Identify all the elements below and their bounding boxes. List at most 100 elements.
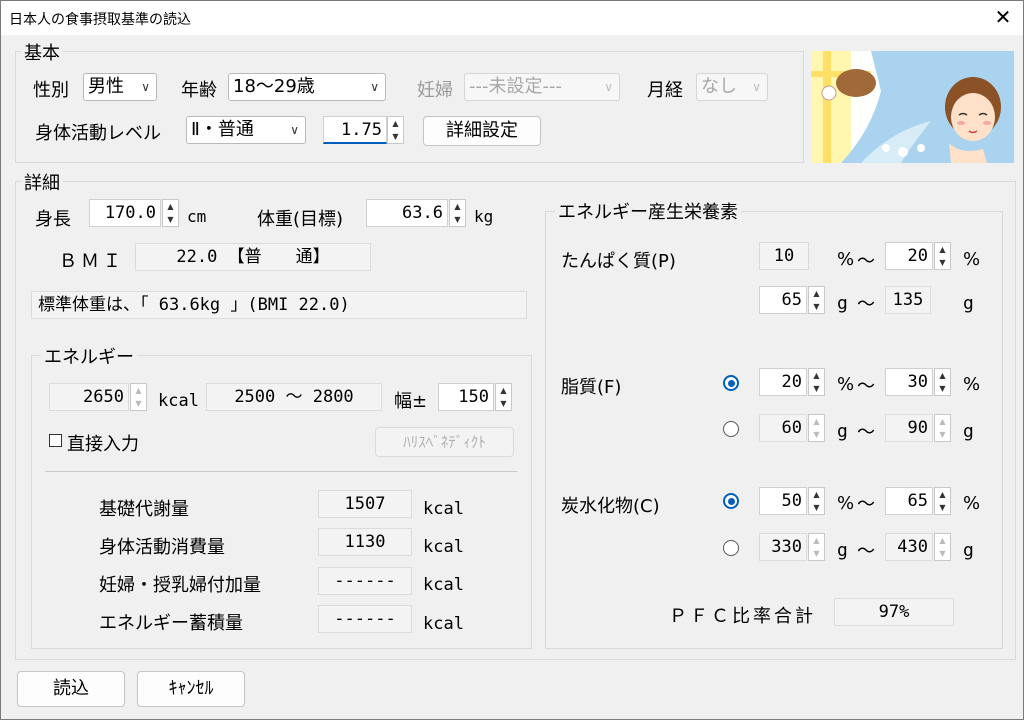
spin-up-icon[interactable]: ▲ [809,488,824,501]
spin-up-icon[interactable]: ▲ [163,200,178,213]
fat-g-max[interactable]: 90 [885,414,933,442]
energy-legend: エネルギー [41,343,137,369]
spin-down-icon[interactable]: ▼ [935,382,950,395]
pregnant-value: ---未設定--- [469,76,562,97]
spin-up-icon[interactable]: ▲ [935,415,950,428]
fat-g-min-spinner[interactable]: ▲ ▼ [808,414,825,442]
carb-g-max-spinner[interactable]: ▲ ▼ [934,533,951,561]
harris-benedict-button[interactable]: ﾊﾘｽﾍﾞﾈﾃﾞｨｸﾄ [375,427,514,457]
spin-down-icon[interactable]: ▼ [809,428,824,441]
spin-up-icon[interactable]: ▲ [935,534,950,547]
height-input[interactable]: 170.0 [89,199,161,227]
spin-up-icon[interactable]: ▲ [809,369,824,382]
fat-g-min[interactable]: 60 [759,414,807,442]
carb-g-min-spinner[interactable]: ▲ ▼ [808,533,825,561]
carb-pct-max-spinner[interactable]: ▲ ▼ [934,487,951,515]
detail-legend: 詳細 [21,169,63,195]
window-title: 日本人の食事摂取基準の読込 [9,12,191,28]
energy-row-unit: kcal [423,499,464,519]
spin-down-icon[interactable]: ▼ [496,397,511,410]
spin-up-icon[interactable]: ▲ [935,488,950,501]
spin-up-icon[interactable]: ▲ [388,117,403,130]
spin-up-icon[interactable]: ▲ [809,287,824,300]
spin-up-icon[interactable]: ▲ [131,384,146,397]
spin-down-icon[interactable]: ▼ [163,213,178,226]
spin-up-icon[interactable]: ▲ [496,384,511,397]
fat-pct-unit: % [837,374,855,395]
protein-pct-max[interactable]: 20 [885,242,933,270]
spin-down-icon[interactable]: ▼ [388,130,403,143]
spin-down-icon[interactable]: ▼ [809,501,824,514]
carb-g-min[interactable]: 330 [759,533,807,561]
energy-row-unit: kcal [423,537,464,557]
energy-width-spinner[interactable]: ▲ ▼ [495,383,512,411]
protein-g-min-spinner[interactable]: ▲ ▼ [808,286,825,314]
spin-down-icon[interactable]: ▼ [935,428,950,441]
bmi-label: ＢＭＩ [59,251,125,272]
spin-down-icon[interactable]: ▼ [809,382,824,395]
spin-up-icon[interactable]: ▲ [935,369,950,382]
dialog-window: 日本人の食事摂取基準の読込 ✕ 基本 性別 男性 ∨ 年齢 18〜29歳 ∨ 妊婦 … [0,0,1024,720]
energy-row-label: 身体活動消費量 [99,537,225,558]
protein-pct-max-spinner[interactable]: ▲ ▼ [934,242,951,270]
activity-factor-input[interactable]: 1.75 [323,116,387,144]
spin-down-icon[interactable]: ▼ [935,547,950,560]
load-button[interactable]: 読込 [17,671,125,707]
spin-down-icon[interactable]: ▼ [809,300,824,313]
energy-row-value: ------ [318,605,412,633]
height-unit: cm [187,207,207,226]
protein-g-min[interactable]: 65 [759,286,807,314]
carb-pct-max-unit: % [963,493,981,514]
activity-factor-spinner[interactable]: ▲ ▼ [387,116,404,144]
fat-pct-min[interactable]: 20 [759,368,807,396]
fat-g-tilde: 〜 [857,422,875,443]
sex-select[interactable]: 男性 ∨ [83,73,157,101]
spin-up-icon[interactable]: ▲ [935,243,950,256]
carb-g-radio[interactable] [723,540,739,556]
spin-up-icon[interactable]: ▲ [450,200,465,213]
pregnant-select[interactable]: ---未設定--- ∨ [464,73,620,101]
protein-pct-tilde: 〜 [857,251,875,272]
fat-pct-max-spinner[interactable]: ▲ ▼ [934,368,951,396]
age-select[interactable]: 18〜29歳 ∨ [228,73,386,101]
carb-pct-max[interactable]: 65 [885,487,933,515]
carb-pct-radio[interactable] [723,493,739,509]
fat-label: 脂質(F) [561,377,622,398]
spin-up-icon[interactable]: ▲ [809,415,824,428]
weight-input[interactable]: 63.6 [366,199,448,227]
menses-select[interactable]: なし ∨ [696,73,768,101]
basic-legend: 基本 [21,39,63,65]
spin-up-icon[interactable]: ▲ [809,534,824,547]
spin-down-icon[interactable]: ▼ [935,256,950,269]
energy-range: 2500 〜 2800 [206,383,382,411]
fat-g-radio[interactable] [723,421,739,437]
activity-value: Ⅱ・普通 [191,119,254,140]
carb-g-max[interactable]: 430 [885,533,933,561]
energy-row-label: 妊婦・授乳婦付加量 [99,575,261,596]
height-spinner[interactable]: ▲ ▼ [162,199,179,227]
carb-pct-tilde: 〜 [857,494,875,515]
energy-kcal-spinner[interactable]: ▲ ▼ [130,383,147,411]
carb-g-tilde: 〜 [857,541,875,562]
cancel-button[interactable]: ｷｬﾝｾﾙ [137,671,245,707]
spin-down-icon[interactable]: ▼ [935,501,950,514]
fat-pct-max[interactable]: 30 [885,368,933,396]
energy-row-label: エネルギー蓄積量 [99,613,243,634]
spin-down-icon[interactable]: ▼ [131,397,146,410]
activity-select[interactable]: Ⅱ・普通 ∨ [186,116,306,144]
fat-pct-min-spinner[interactable]: ▲ ▼ [808,368,825,396]
fat-g-max-spinner[interactable]: ▲ ▼ [934,414,951,442]
fat-pct-radio[interactable] [723,375,739,391]
weight-spinner[interactable]: ▲ ▼ [449,199,466,227]
carb-pct-min[interactable]: 50 [759,487,807,515]
energy-kcal-input[interactable]: 2650 [49,383,129,411]
spin-down-icon[interactable]: ▼ [450,213,465,226]
spin-down-icon[interactable]: ▼ [809,547,824,560]
sex-value: 男性 [88,76,124,97]
energy-width-input[interactable]: 150 [438,383,494,411]
direct-input-checkbox[interactable] [49,434,62,447]
detail-settings-button[interactable]: 詳細設定 [423,116,541,146]
carb-pct-min-spinner[interactable]: ▲ ▼ [808,487,825,515]
close-icon[interactable]: ✕ [991,5,1015,29]
protein-pct-unit: % [837,249,855,270]
